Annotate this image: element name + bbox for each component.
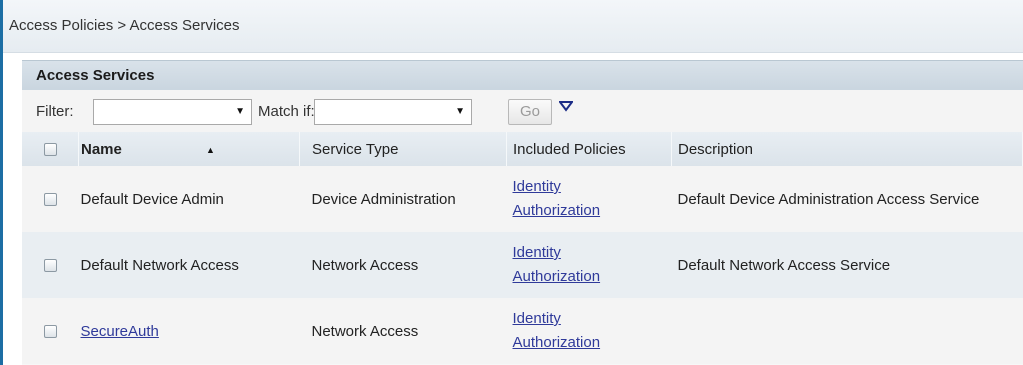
identity-policy-link[interactable]: Identity <box>513 178 561 195</box>
panel-header: Access Services <box>22 60 1023 91</box>
row-checkbox[interactable] <box>43 325 57 339</box>
filter-select[interactable]: ▼ <box>93 99 252 125</box>
dropdown-arrow-icon: ▼ <box>235 106 245 117</box>
column-header-name-label: Name <box>81 140 122 158</box>
row-name: Default Network Access <box>80 256 239 274</box>
row-checkbox[interactable] <box>43 193 57 207</box>
row-name-cell: SecureAuth <box>79 298 300 364</box>
row-service-type: Device Administration <box>311 190 456 208</box>
row-service-type: Network Access <box>311 256 419 274</box>
row-included-policies: Identity Authorization <box>507 232 672 298</box>
row-description <box>672 298 1023 364</box>
filter-toolbar: Filter: ▼ Match if: ▼ Go <box>22 90 1023 132</box>
match-if-label: Match if: <box>258 103 315 120</box>
select-all-checkbox[interactable] <box>43 143 57 157</box>
identity-policy-link[interactable]: Identity <box>513 310 561 327</box>
identity-policy-link[interactable]: Identity <box>513 244 561 261</box>
column-header-included-policies[interactable]: Included Policies <box>506 132 672 166</box>
row-included-policies: Identity Authorization <box>507 166 672 232</box>
go-button[interactable]: Go <box>508 99 552 125</box>
row-checkbox-cell <box>22 166 79 232</box>
panel-title: Access Services <box>36 67 155 84</box>
secureauth-link[interactable]: SecureAuth <box>81 323 159 340</box>
breadcrumb: Access Policies > Access Services <box>9 17 240 34</box>
access-services-panel: Access Services Filter: ▼ Match if: ▼ Go… <box>22 60 1023 365</box>
select-all-column <box>22 132 79 166</box>
column-header-description[interactable]: Description <box>671 132 1023 166</box>
authorization-policy-link[interactable]: Authorization <box>513 334 601 351</box>
authorization-policy-link[interactable]: Authorization <box>513 202 601 219</box>
row-service-type: Network Access <box>311 322 419 340</box>
column-header-service-type-label: Service Type <box>312 140 399 158</box>
column-header-included-policies-label: Included Policies <box>513 140 626 158</box>
window-left-border <box>0 0 3 365</box>
row-checkbox[interactable] <box>43 259 57 273</box>
table-row[interactable]: Default Device Admin Device Administrati… <box>22 166 1023 232</box>
filter-options-triangle-icon[interactable] <box>559 100 573 112</box>
table-row[interactable]: SecureAuth Network Access Identity Autho… <box>22 298 1023 364</box>
filter-label: Filter: <box>36 103 74 120</box>
row-included-policies: Identity Authorization <box>507 298 672 364</box>
table-header-row: Name ▲ Service Type Included Policies De… <box>22 132 1023 166</box>
row-checkbox-cell <box>22 298 79 364</box>
authorization-policy-link[interactable]: Authorization <box>513 268 601 285</box>
match-if-select[interactable]: ▼ <box>314 99 472 125</box>
row-description: Default Device Administration Access Ser… <box>677 190 980 208</box>
row-checkbox-cell <box>22 232 79 298</box>
column-header-name[interactable]: Name ▲ <box>78 132 300 166</box>
dropdown-arrow-icon: ▼ <box>455 106 465 117</box>
row-name: Default Device Admin <box>80 190 224 208</box>
row-description: Default Network Access Service <box>677 256 891 274</box>
access-services-table: Name ▲ Service Type Included Policies De… <box>22 132 1023 364</box>
column-header-service-type[interactable]: Service Type <box>299 132 507 166</box>
table-row[interactable]: Default Network Access Network Access Id… <box>22 232 1023 298</box>
column-header-description-label: Description <box>678 140 754 158</box>
sort-ascending-icon: ▲ <box>206 144 215 155</box>
breadcrumb-bar: Access Policies > Access Services <box>3 0 1023 53</box>
